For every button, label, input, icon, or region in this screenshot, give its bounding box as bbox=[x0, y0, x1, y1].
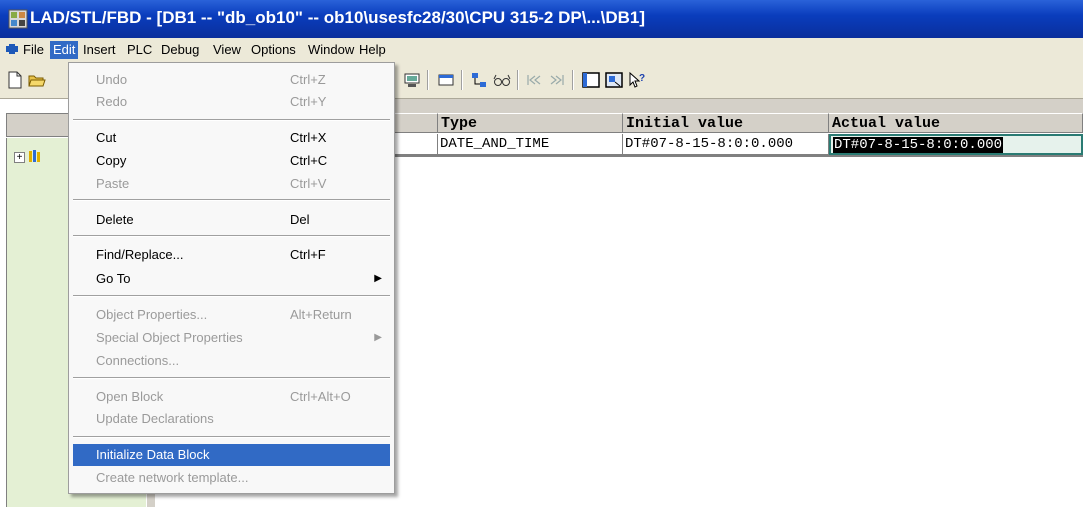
menu-item-open-block[interactable]: Open Block Ctrl+Alt+O bbox=[73, 386, 390, 408]
submenu-arrow-icon: ▶ bbox=[374, 273, 382, 284]
menu-edit[interactable]: Edit bbox=[50, 41, 79, 59]
monitor-icon[interactable] bbox=[403, 71, 421, 89]
glasses-icon[interactable] bbox=[493, 71, 511, 89]
menu-item-find-replace[interactable]: Find/Replace... Ctrl+F bbox=[73, 244, 390, 266]
toolbar-separator bbox=[572, 70, 574, 90]
panel-icon[interactable] bbox=[582, 71, 600, 89]
toolbar-separator bbox=[517, 70, 519, 90]
menu-debug[interactable]: Debug bbox=[158, 41, 202, 59]
library-tree-icon[interactable] bbox=[28, 149, 42, 163]
menu-item-initialize-data-block[interactable]: Initialize Data Block bbox=[73, 444, 390, 466]
menu-options[interactable]: Options bbox=[248, 41, 299, 59]
overview-icon[interactable] bbox=[605, 71, 623, 89]
menu-bar: File Edit Insert PLC Debug View Options … bbox=[0, 38, 1083, 62]
edit-dropdown-menu: Undo Ctrl+Z Redo Ctrl+Y Cut Ctrl+X Copy … bbox=[68, 62, 395, 494]
menu-separator bbox=[73, 377, 390, 379]
menu-plc[interactable]: PLC bbox=[124, 41, 155, 59]
menu-item-object-properties[interactable]: Object Properties... Alt+Return bbox=[73, 304, 390, 326]
help-pointer-icon[interactable]: ? bbox=[628, 71, 646, 89]
app-icon bbox=[8, 9, 28, 29]
menu-separator bbox=[73, 436, 390, 438]
menu-item-paste[interactable]: Paste Ctrl+V bbox=[73, 173, 390, 195]
network-icon[interactable] bbox=[470, 71, 488, 89]
column-header-type: Type bbox=[438, 113, 623, 133]
menu-file[interactable]: File bbox=[20, 41, 47, 59]
step-forward-icon[interactable] bbox=[548, 71, 566, 89]
column-header-actual-value: Actual value bbox=[829, 113, 1083, 133]
toolbar-separator bbox=[461, 70, 463, 90]
menu-separator bbox=[73, 119, 390, 121]
title-bar: LAD/STL/FBD - [DB1 -- "db_ob10" -- ob10\… bbox=[0, 0, 1083, 38]
menu-item-go-to[interactable]: Go To ▶ bbox=[73, 268, 390, 290]
step-back-icon[interactable] bbox=[525, 71, 543, 89]
menu-item-delete[interactable]: Delete Del bbox=[73, 209, 390, 231]
tree-expand-icon[interactable]: + bbox=[14, 152, 25, 163]
menu-insert[interactable]: Insert bbox=[80, 41, 119, 59]
actual-value-selected-text[interactable]: DT#07-8-15-8:0:0.000 bbox=[833, 137, 1004, 153]
column-header-initial-value: Initial value bbox=[623, 113, 829, 133]
menu-item-copy[interactable]: Copy Ctrl+C bbox=[73, 150, 390, 172]
file-menu-icon[interactable] bbox=[6, 44, 18, 54]
table-cell-type[interactable]: DATE_AND_TIME bbox=[438, 134, 623, 155]
submenu-arrow-icon: ▶ bbox=[374, 332, 382, 343]
window-title: LAD/STL/FBD - [DB1 -- "db_ob10" -- ob10\… bbox=[30, 8, 646, 27]
window-icon[interactable] bbox=[437, 71, 455, 89]
open-folder-icon[interactable] bbox=[28, 71, 46, 89]
new-file-icon[interactable] bbox=[6, 71, 24, 89]
menu-help[interactable]: Help bbox=[356, 41, 389, 59]
menu-item-create-network-template[interactable]: Create network template... bbox=[73, 467, 390, 489]
menu-separator bbox=[73, 199, 390, 201]
toolbar-separator bbox=[427, 70, 429, 90]
svg-text:?: ? bbox=[639, 73, 645, 84]
menu-item-special-object-properties[interactable]: Special Object Properties ▶ bbox=[73, 327, 390, 349]
table-cell-initial-value[interactable]: DT#07-8-15-8:0:0.000 bbox=[623, 134, 829, 155]
menu-separator bbox=[73, 235, 390, 237]
menu-window[interactable]: Window bbox=[305, 41, 357, 59]
menu-item-update-declarations[interactable]: Update Declarations bbox=[73, 408, 390, 430]
menu-item-connections[interactable]: Connections... bbox=[73, 350, 390, 372]
menu-view[interactable]: View bbox=[210, 41, 244, 59]
menu-item-undo[interactable]: Undo Ctrl+Z bbox=[73, 69, 390, 91]
menu-item-redo[interactable]: Redo Ctrl+Y bbox=[73, 91, 390, 113]
menu-item-cut[interactable]: Cut Ctrl+X bbox=[73, 127, 390, 149]
menu-separator bbox=[73, 295, 390, 297]
